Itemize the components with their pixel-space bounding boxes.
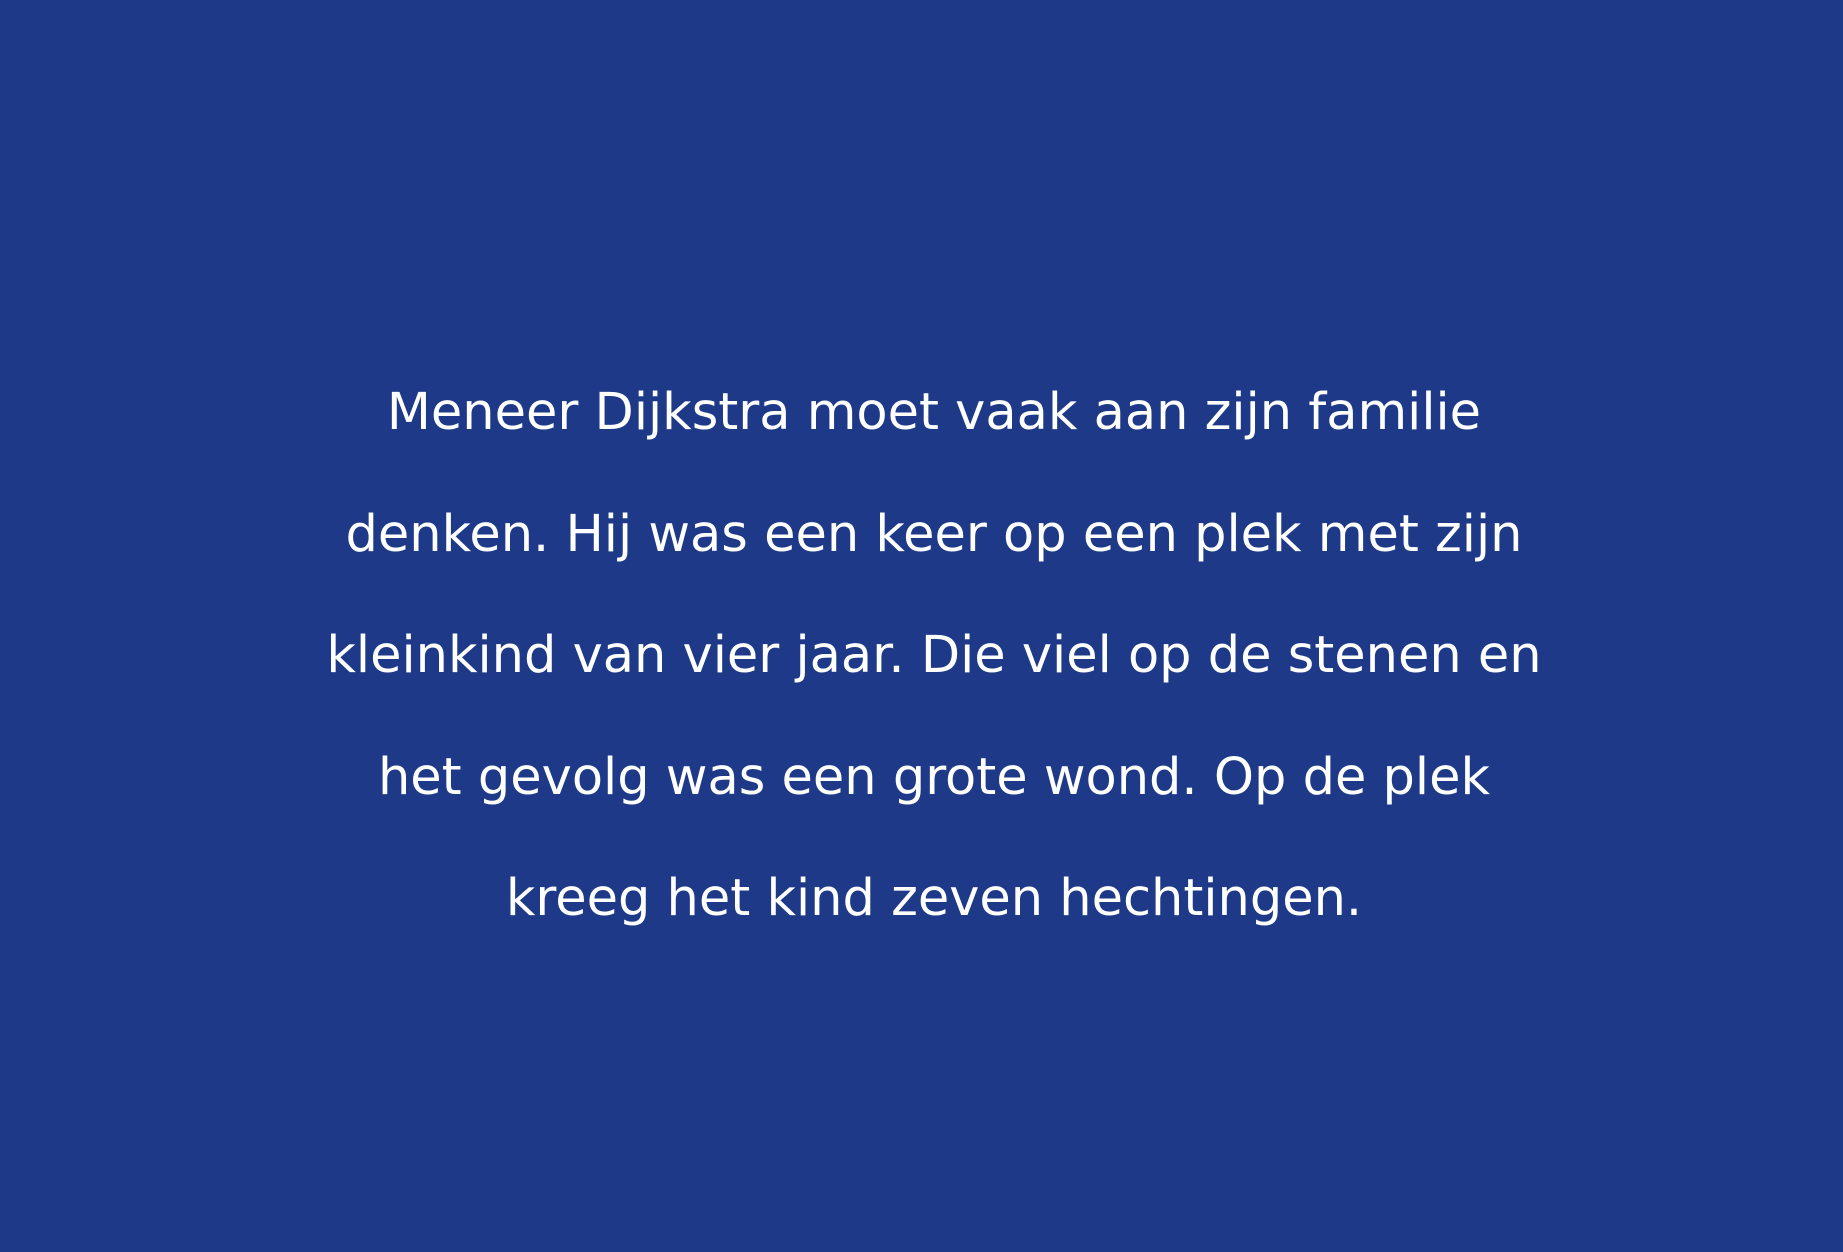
paragraph-line-1: Meneer Dijkstra moet vaak aan zijn famil… (386, 383, 1482, 442)
slide-background: Meneer Dijkstra moet vaak aan zijn famil… (0, 0, 1843, 1252)
paragraph-line-4: het gevolg was een grote wond. Op de ple… (377, 747, 1490, 807)
paragraph-line-3: kleinkind van vier jaar. Die viel op de … (326, 626, 1542, 685)
paragraph-line-5: kreeg het kind zeven hechtingen. (505, 869, 1363, 928)
paragraph-line-2: denken. Hij was een keer op een plek met… (345, 504, 1523, 564)
story-paragraph: Meneer Dijkstra moet vaak aan zijn famil… (0, 352, 1843, 960)
